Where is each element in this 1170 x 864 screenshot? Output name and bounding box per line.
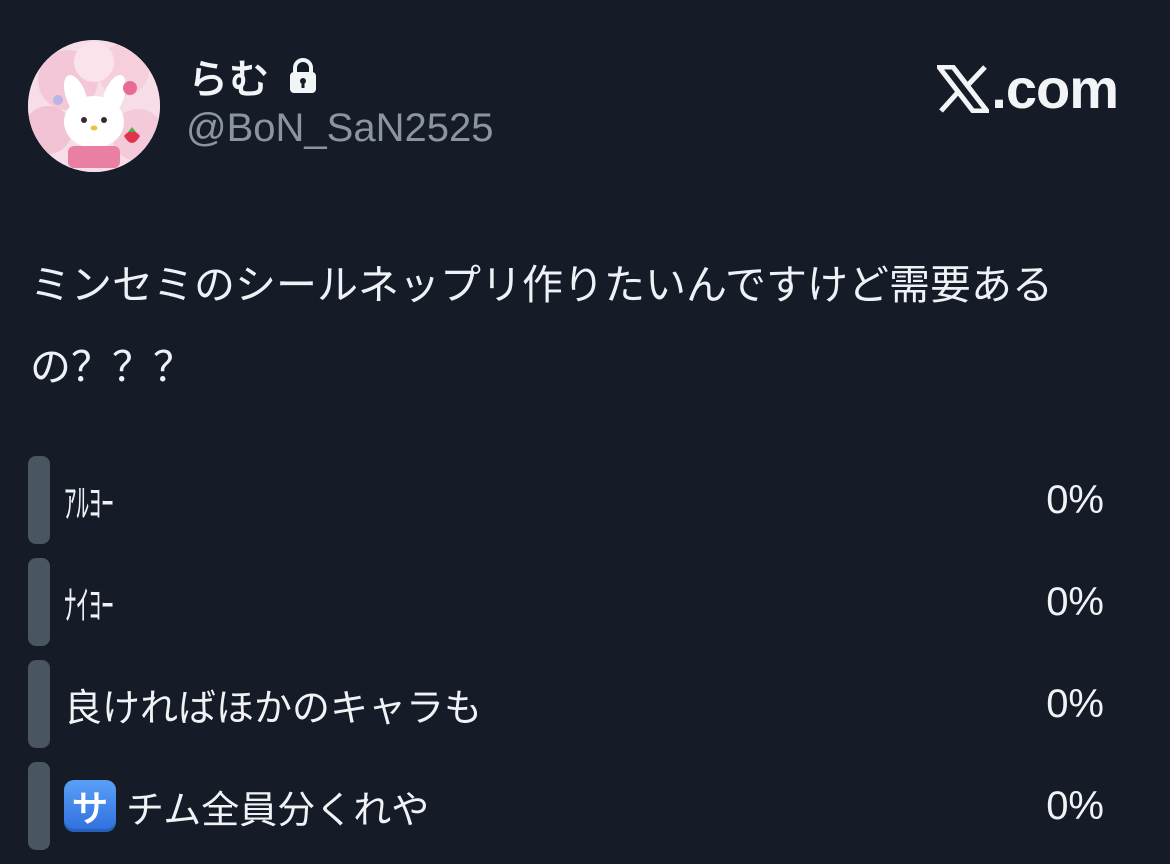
poll-option-percent: 0% [1046, 681, 1104, 726]
poll-option-label: チム全員分くれや [126, 787, 430, 832]
user-handle[interactable]: @BoN_SaN2525 [186, 106, 493, 151]
poll-option: サ チム全員分くれや 0% [28, 762, 1118, 850]
x-logo-icon [934, 64, 993, 113]
poll-result-bar [28, 660, 50, 748]
poll-option: ｱﾙﾖｰ 0% [28, 456, 1118, 544]
poll-option-label-container: サ チム全員分くれや [64, 779, 429, 834]
poll-option-percent: 0% [1046, 477, 1104, 522]
display-name-text: らむ [188, 57, 270, 103]
poll-option-label: ｱﾙﾖｰ [64, 481, 114, 527]
poll-result-bar [28, 456, 50, 544]
character-avatar-icon [28, 40, 160, 172]
brand-logo: .com [934, 56, 1119, 121]
poll-option: ﾅｲﾖｰ 0% [28, 558, 1118, 646]
poll-option: 良ければほかのキャラも 0% [28, 660, 1118, 748]
poll-option-percent: 0% [1046, 579, 1104, 624]
poll-option-percent: 0% [1046, 783, 1104, 828]
display-name[interactable]: らむ [188, 48, 318, 104]
poll-result-bar [28, 558, 50, 646]
poll-option-label: ﾅｲﾖｰ [64, 583, 114, 629]
poll: ｱﾙﾖｰ 0% ﾅｲﾖｰ 0% 良ければほかのキャラも 0% サ チム全員分くれ… [28, 456, 1118, 864]
tweet-card: らむ @BoN_SaN2525 .com ミンセミのシールネップリ作りたいんです… [0, 0, 1170, 864]
brand-domain-text: .com [991, 57, 1119, 120]
sa-badge-icon: サ [64, 780, 116, 832]
tweet-text: ミンセミのシールネップリ作りたいんですけど需要あるの？？？ [30, 261, 1053, 391]
avatar[interactable] [28, 40, 160, 172]
poll-result-bar [28, 762, 50, 850]
poll-option-label: 良ければほかのキャラも [64, 685, 483, 730]
lock-icon [288, 58, 318, 94]
